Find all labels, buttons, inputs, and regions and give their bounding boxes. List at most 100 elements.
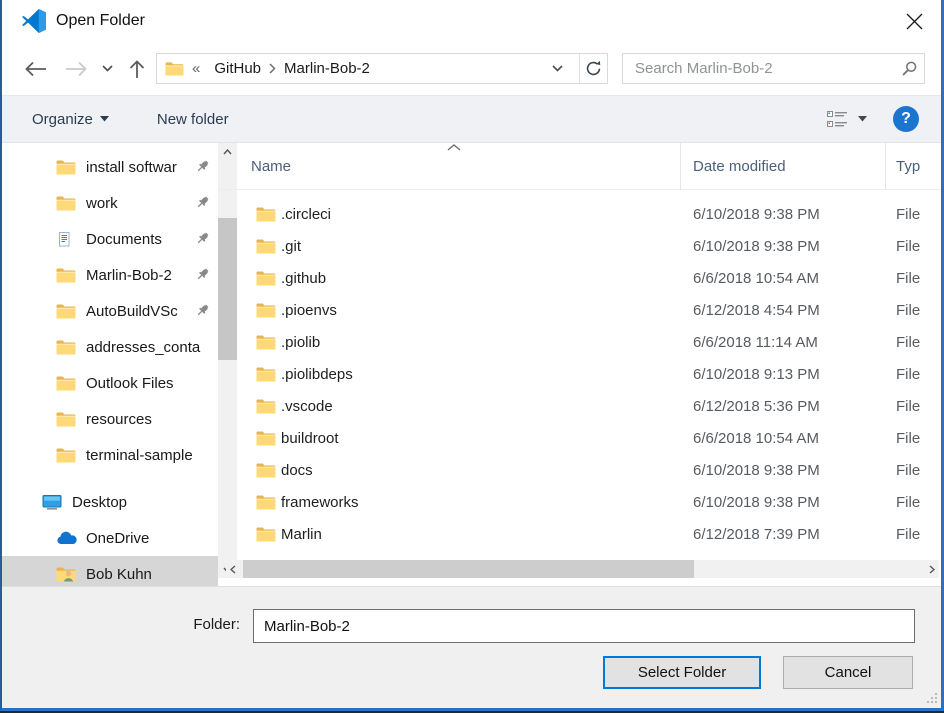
sidebar-item[interactable]: addresses_conta	[2, 329, 218, 365]
file-type: File	[896, 462, 941, 479]
new-folder-button[interactable]: New folder	[157, 111, 229, 128]
file-row[interactable]: .piolib 6/6/2018 11:14 AM File	[218, 326, 941, 358]
sidebar-item[interactable]: Marlin-Bob-2	[2, 257, 218, 293]
search-box	[622, 53, 925, 84]
sidebar-item[interactable]: terminal-sample	[2, 437, 218, 473]
sidebar-item[interactable]: work	[2, 185, 218, 221]
folder-icon	[56, 302, 78, 320]
sidebar-item[interactable]: Bob Kuhn	[2, 556, 218, 586]
file-date-modified: 6/10/2018 9:38 PM	[693, 494, 820, 511]
file-date-modified: 6/10/2018 9:13 PM	[693, 366, 820, 383]
pin-icon	[195, 195, 210, 210]
back-button[interactable]	[20, 61, 50, 77]
organize-button[interactable]: Organize	[32, 111, 109, 128]
refresh-button[interactable]	[580, 54, 607, 83]
file-date-modified: 6/12/2018 4:54 PM	[693, 302, 820, 319]
file-row[interactable]: .pioenvs 6/12/2018 4:54 PM File	[218, 294, 941, 326]
window-title: Open Folder	[56, 12, 145, 30]
folder-icon	[256, 334, 276, 350]
footer-panel: Folder: Select Folder Cancel	[2, 586, 941, 708]
file-name: .pioenvs	[281, 302, 337, 319]
file-type: File	[896, 302, 941, 319]
horizontal-scrollbar[interactable]	[226, 560, 939, 578]
sidebar-item-label: OneDrive	[86, 530, 218, 547]
file-row[interactable]: .circleci 6/10/2018 9:38 PM File	[218, 198, 941, 230]
folder-icon	[56, 446, 78, 464]
folder-icon	[256, 238, 276, 254]
sidebar-item[interactable]: AutoBuildVSc	[2, 293, 218, 329]
select-folder-button[interactable]: Select Folder	[603, 656, 761, 689]
resize-grip[interactable]	[925, 691, 938, 704]
sidebar-item-label: Desktop	[72, 494, 210, 511]
help-button[interactable]: ?	[893, 106, 919, 132]
forward-button[interactable]	[62, 61, 92, 77]
details-view-button[interactable]	[826, 110, 848, 128]
pin-icon	[195, 159, 210, 174]
sidebar-item[interactable]: install softwar	[2, 149, 218, 185]
file-row[interactable]: Marlin 6/12/2018 7:39 PM File	[218, 518, 941, 550]
documents-icon	[56, 230, 78, 248]
up-button[interactable]	[124, 59, 150, 79]
folder-icon	[256, 270, 276, 286]
address-dropdown-chevron-icon[interactable]	[542, 65, 573, 72]
file-name: Marlin	[281, 526, 322, 543]
file-row[interactable]: frameworks 6/10/2018 9:38 PM File	[218, 486, 941, 518]
file-date-modified: 6/6/2018 10:54 AM	[693, 270, 819, 287]
user-folder-icon	[56, 565, 78, 583]
folder-icon	[256, 430, 276, 446]
file-row[interactable]: buildroot 6/6/2018 10:54 AM File	[218, 422, 941, 454]
close-button[interactable]	[895, 5, 933, 37]
sort-ascending-icon	[447, 144, 461, 151]
folder-icon	[56, 374, 78, 392]
scroll-right-icon[interactable]	[925, 560, 939, 578]
file-date-modified: 6/12/2018 5:36 PM	[693, 398, 820, 415]
sidebar-item[interactable]: resources	[2, 401, 218, 437]
pin-icon	[195, 267, 210, 282]
folder-name-input[interactable]	[253, 609, 915, 643]
file-date-modified: 6/10/2018 9:38 PM	[693, 462, 820, 479]
file-name: .piolibdeps	[281, 366, 353, 383]
view-dropdown-caret-icon[interactable]	[858, 116, 867, 122]
file-row[interactable]: docs 6/10/2018 9:38 PM File	[218, 454, 941, 486]
horizontal-scrollbar-thumb[interactable]	[243, 560, 694, 578]
column-headers: Name Date modified Typ	[218, 143, 941, 190]
title-bar: Open Folder	[2, 0, 941, 42]
pin-icon	[195, 303, 210, 318]
search-icon[interactable]	[894, 60, 924, 77]
column-header-date-modified[interactable]: Date modified	[681, 143, 886, 190]
file-name: frameworks	[281, 494, 359, 511]
file-row[interactable]: .vscode 6/12/2018 5:36 PM File	[218, 390, 941, 422]
sidebar-item[interactable]: OneDrive	[2, 520, 218, 556]
breadcrumb-chevron-icon[interactable]	[269, 63, 276, 74]
sidebar-item-label: Bob Kuhn	[86, 566, 218, 583]
cancel-button[interactable]: Cancel	[783, 656, 913, 689]
file-row[interactable]: .github 6/6/2018 10:54 AM File	[218, 262, 941, 294]
folder-icon	[256, 526, 276, 542]
column-header-type[interactable]: Typ	[886, 143, 941, 190]
file-row[interactable]: .git 6/10/2018 9:38 PM File	[218, 230, 941, 262]
file-type: File	[896, 270, 941, 287]
sidebar-item[interactable]: Documents	[2, 221, 218, 257]
navigation-bar: « GitHub Marlin-Bob-2	[2, 42, 941, 95]
scroll-left-icon[interactable]	[226, 560, 240, 578]
folder-icon	[56, 338, 78, 356]
folder-icon	[256, 366, 276, 382]
breadcrumb-item-current[interactable]: Marlin-Bob-2	[276, 60, 378, 77]
file-type: File	[896, 366, 941, 383]
file-row[interactable]: .piolibdeps 6/10/2018 9:13 PM File	[218, 358, 941, 390]
file-date-modified: 6/12/2018 7:39 PM	[693, 526, 820, 543]
onedrive-icon	[56, 529, 78, 547]
breadcrumb-item-github[interactable]: GitHub	[206, 60, 269, 77]
file-date-modified: 6/6/2018 10:54 AM	[693, 430, 819, 447]
sidebar-item[interactable]: Outlook Files	[2, 365, 218, 401]
sidebar-item[interactable]: Desktop	[2, 484, 218, 520]
file-name: docs	[281, 462, 313, 479]
address-bar[interactable]: « GitHub Marlin-Bob-2	[156, 53, 608, 84]
breadcrumb-overflow[interactable]: «	[184, 60, 206, 77]
file-type: File	[896, 398, 941, 415]
file-name: .vscode	[281, 398, 333, 415]
recent-locations-chevron-icon[interactable]	[98, 65, 116, 72]
address-folder-icon	[165, 61, 184, 76]
sidebar-item-label: addresses_conta	[86, 339, 218, 356]
search-input[interactable]	[623, 60, 894, 77]
